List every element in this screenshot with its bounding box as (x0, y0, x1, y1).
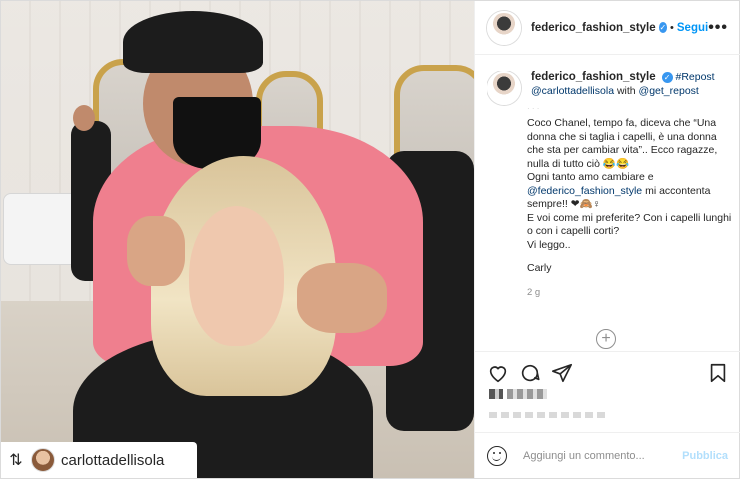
post-photo[interactable] (1, 1, 474, 478)
comment-bar: Pubblica (475, 432, 740, 478)
repost-icon: ⇅ (9, 452, 23, 469)
caption-with: with (614, 84, 639, 97)
hashtag-repost[interactable]: #Repost (675, 71, 714, 83)
author-avatar[interactable] (487, 10, 521, 45)
caption-partial-line: · · · (527, 104, 540, 113)
mention-federico[interactable]: @federico_fashion_style (527, 185, 642, 197)
caption-author-avatar[interactable] (487, 71, 521, 105)
likes-detail (489, 412, 609, 418)
repost-badge[interactable]: ⇅ carlottadellisola (1, 442, 197, 478)
caption-intro: federico_fashion_style ✓ #Repost @carlot… (531, 71, 715, 98)
publish-button[interactable]: Pubblica (682, 450, 728, 462)
action-bar (475, 351, 740, 392)
caption-header: federico_fashion_style ✓ #Repost @carlot… (487, 71, 732, 105)
comment-icon[interactable] (519, 362, 541, 384)
follow-button[interactable]: Segui (677, 22, 708, 34)
likes-summary[interactable] (489, 389, 549, 401)
mention-carlottadellisola[interactable]: @carlottadellisola (531, 85, 614, 97)
stylist-hand-right (297, 263, 387, 333)
repost-username[interactable]: carlottadellisola (61, 452, 164, 469)
caption-author-username[interactable]: federico_fashion_style (531, 71, 656, 83)
more-options-icon[interactable]: ••• (708, 19, 728, 37)
post-header: federico_fashion_style ✓ • Segui ••• (475, 1, 740, 55)
stylist-hand-left (127, 216, 185, 286)
caption-verified-icon: ✓ (661, 71, 673, 83)
share-icon[interactable] (551, 362, 573, 384)
caption-text-1: Coco Chanel, tempo fa, diceva che “Una d… (527, 117, 718, 183)
repost-avatar[interactable] (31, 448, 55, 472)
post-frame: ⇅ carlottadellisola federico_fashion_sty… (0, 0, 740, 479)
client-face (189, 206, 284, 346)
comment-input[interactable] (521, 448, 675, 463)
heart-icon[interactable] (487, 362, 509, 384)
background-stylist-face (73, 105, 95, 131)
caption-signature: Carly (527, 262, 552, 274)
post-side-panel: federico_fashion_style ✓ • Segui ••• fed… (474, 1, 740, 478)
verified-badge-icon: ✓ (658, 22, 668, 33)
separator-dot: • (670, 21, 674, 34)
caption: federico_fashion_style ✓ #Repost @carlot… (487, 71, 732, 316)
caption-body: Coco Chanel, tempo fa, diceva che “Una d… (527, 117, 732, 252)
mention-get-repost[interactable]: @get_repost (639, 85, 699, 97)
bookmark-icon[interactable] (707, 362, 729, 384)
load-more-comments-icon[interactable]: + (596, 329, 616, 349)
author-username[interactable]: federico_fashion_style (531, 22, 656, 34)
post-age[interactable]: 2 g (527, 286, 732, 300)
stylist-hair (123, 11, 263, 73)
emoji-icon[interactable] (487, 445, 507, 466)
